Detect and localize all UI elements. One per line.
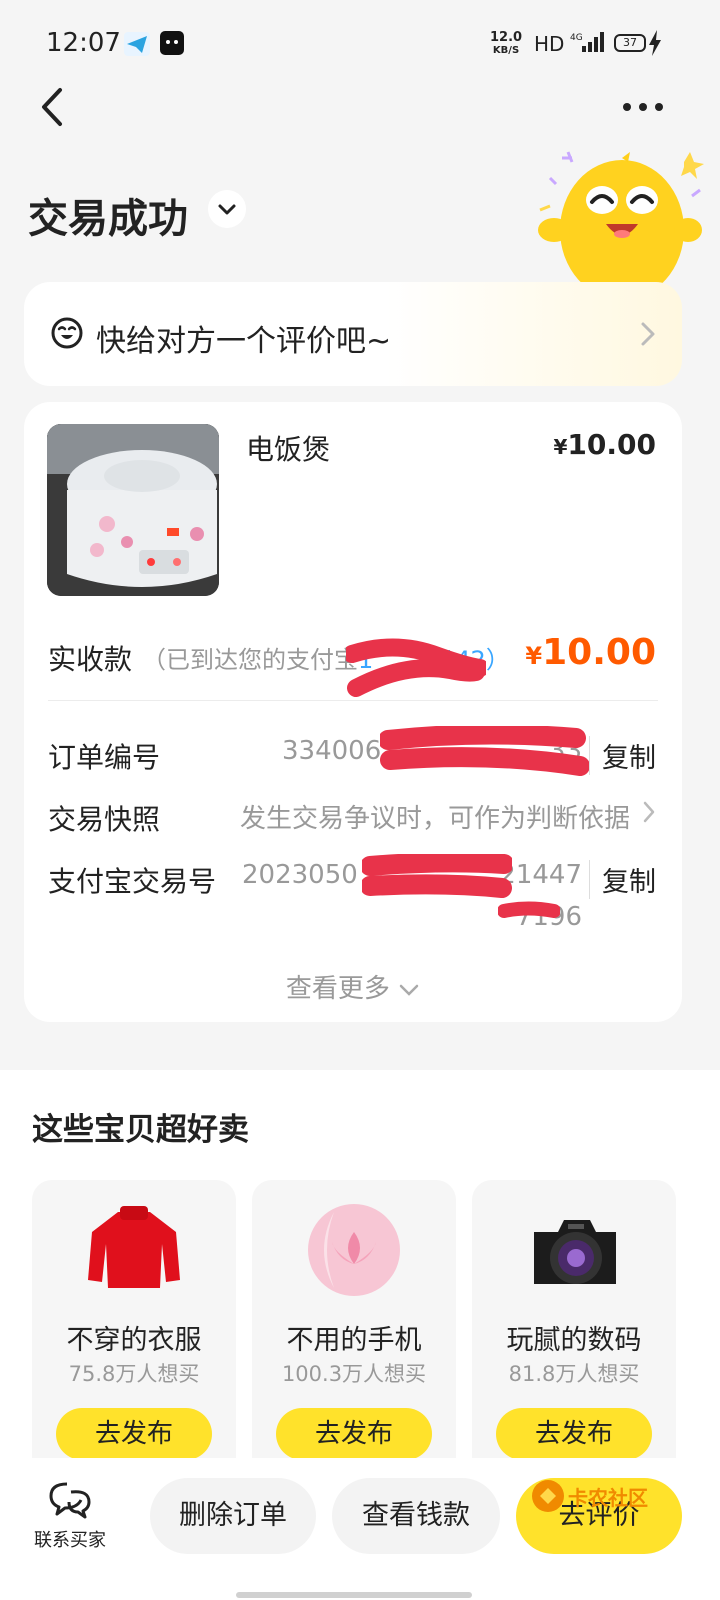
more-options-icon[interactable]	[618, 92, 668, 122]
net-speed: 12.0 KB/S	[490, 30, 523, 56]
status-bar: 12:07 12.0 KB/S HD 4G 37	[0, 0, 720, 86]
status-time: 12:07	[46, 28, 121, 58]
chevron-down-icon	[399, 984, 419, 996]
snapshot-label: 交易快照	[48, 803, 161, 836]
redaction-scribble	[346, 638, 486, 697]
publish-button[interactable]: 去发布	[496, 1408, 652, 1460]
review-prompt-text: 快给对方一个评价吧~	[96, 324, 392, 359]
signal-icon: 4G	[570, 32, 604, 52]
received-label: 实收款	[48, 643, 133, 676]
chevron-right-icon	[641, 322, 655, 346]
recommend-count: 75.8万人想买	[68, 1362, 200, 1386]
recommend-card-phone[interactable]: 不用的手机 100.3万人想买 去发布	[252, 1180, 456, 1480]
redaction-scribble	[362, 854, 512, 898]
contact-buyer-button[interactable]: 联系买家	[28, 1480, 112, 1552]
red-sweater-icon	[88, 1206, 180, 1288]
redaction-scribble	[498, 901, 560, 918]
watermark-text: 卡农社区	[568, 1486, 648, 1510]
product-image[interactable]	[47, 424, 219, 596]
app-notification-icon	[160, 31, 184, 55]
copy-order-number-button[interactable]: 复制	[589, 736, 656, 775]
camera-icon	[534, 1220, 616, 1284]
recommend-name: 不用的手机	[286, 1325, 422, 1356]
review-prompt-card[interactable]: 快给对方一个评价吧~	[24, 282, 682, 386]
publish-button[interactable]: 去发布	[276, 1408, 432, 1460]
received-amount: ¥10.00	[525, 632, 656, 673]
order-number-label: 订单编号	[48, 741, 161, 774]
alipay-trade-number-label: 支付宝交易号	[48, 865, 217, 898]
watermark-logo-icon	[532, 1480, 564, 1512]
redaction-scribble	[380, 726, 590, 776]
back-arrow-icon[interactable]	[36, 84, 76, 130]
delete-order-button[interactable]: 删除订单	[150, 1478, 316, 1554]
chevron-down-icon[interactable]	[208, 190, 246, 228]
rice-cooker-photo	[47, 424, 219, 596]
recommend-title: 这些宝贝超好卖	[32, 1112, 249, 1148]
product-name: 电饭煲	[246, 433, 331, 466]
order-detail-card: 电饭煲 ¥10.00 实收款 （已到达您的支付宝1 *42） ¥10.00 订单编…	[24, 402, 682, 1022]
view-more-button[interactable]: 查看更多	[24, 968, 682, 1005]
divider	[48, 700, 658, 701]
contact-buyer-label: 联系买家	[34, 1530, 106, 1551]
pink-phone-icon	[308, 1204, 400, 1296]
recommend-count: 81.8万人想买	[508, 1362, 640, 1386]
chat-bubble-icon	[49, 1482, 91, 1519]
charging-bolt-icon	[649, 30, 661, 56]
page-title: 交易成功	[28, 196, 188, 242]
chevron-right-icon[interactable]	[642, 800, 656, 824]
recommend-card-digital[interactable]: 玩腻的数码 81.8万人想买 去发布	[472, 1180, 676, 1480]
product-price: ¥10.00	[553, 428, 657, 461]
svg-text:4G: 4G	[570, 33, 583, 43]
smile-face-icon	[51, 317, 83, 349]
home-indicator[interactable]	[236, 1592, 472, 1598]
copy-trade-number-button[interactable]: 复制	[589, 860, 656, 899]
recommend-name: 玩腻的数码	[506, 1325, 642, 1356]
view-more-label: 查看更多	[285, 974, 390, 1004]
recommend-name: 不穿的衣服	[66, 1325, 202, 1356]
recommend-card-clothes[interactable]: 不穿的衣服 75.8万人想买 去发布	[32, 1180, 236, 1480]
hd-indicator: HD	[534, 32, 565, 56]
snapshot-value[interactable]: 发生交易争议时，可作为判断依据	[240, 798, 630, 835]
view-money-button[interactable]: 查看钱款	[332, 1478, 500, 1554]
watermark: 卡农社区	[530, 1476, 650, 1516]
battery-icon: 37	[614, 34, 646, 52]
mascot-illustration	[538, 151, 704, 294]
publish-button[interactable]: 去发布	[56, 1408, 212, 1460]
recommend-count: 100.3万人想买	[281, 1362, 427, 1386]
telegram-icon	[124, 32, 150, 56]
